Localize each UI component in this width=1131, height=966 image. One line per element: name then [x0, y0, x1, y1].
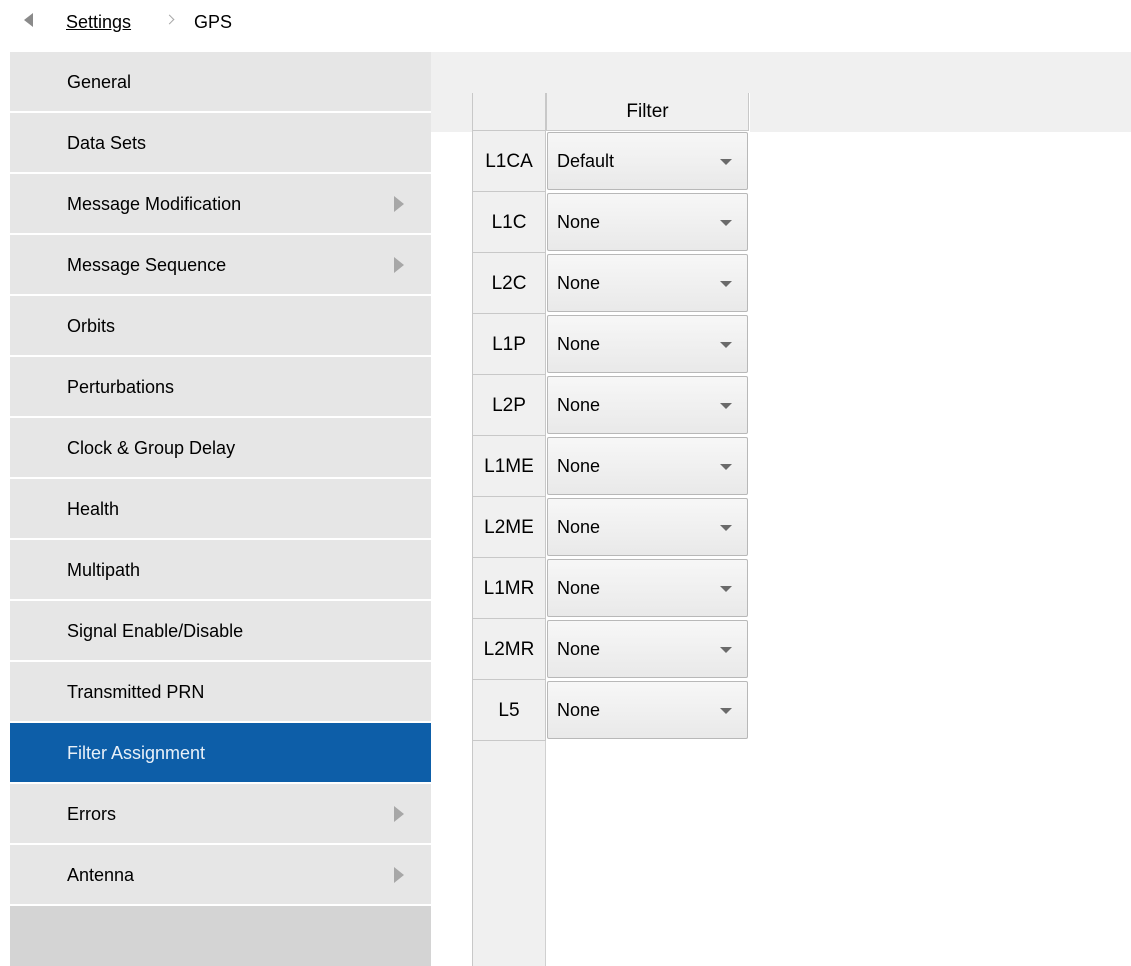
filter-dropdown[interactable]: None: [547, 437, 748, 495]
row-header: L1CA: [473, 131, 546, 192]
table-row: L1MR None: [473, 558, 749, 619]
dropdown-value: None: [557, 273, 601, 293]
caret-down-icon: [720, 586, 732, 592]
table-row: L5 None: [473, 680, 749, 741]
chevron-right-icon: [164, 14, 175, 25]
row-header: L1P: [473, 314, 546, 375]
row-header: L1C: [473, 192, 546, 253]
sidebar-item-label: General: [67, 72, 132, 92]
sidebar-item-label: Filter Assignment: [67, 743, 206, 763]
sidebar-item-transmitted-prn[interactable]: Transmitted PRN: [10, 662, 431, 723]
row-header: L5: [473, 680, 546, 741]
caret-down-icon: [720, 403, 732, 409]
sidebar-item-health[interactable]: Health: [10, 479, 431, 540]
dropdown-value: Default: [557, 151, 615, 171]
dropdown-value: None: [557, 700, 601, 720]
row-header: L2ME: [473, 497, 546, 558]
row-header: L2C: [473, 253, 546, 314]
sidebar-nav: General Data Sets Message Modification M…: [10, 52, 431, 966]
caret-down-icon: [720, 708, 732, 714]
sidebar-item-message-sequence[interactable]: Message Sequence: [10, 235, 431, 296]
submenu-arrow-icon: [394, 257, 404, 273]
sidebar-item-orbits[interactable]: Orbits: [10, 296, 431, 357]
submenu-arrow-icon: [394, 196, 404, 212]
sidebar-item-signal-enable-disable[interactable]: Signal Enable/Disable: [10, 601, 431, 662]
dropdown-value: None: [557, 639, 601, 659]
sidebar-item-filter-assignment[interactable]: Filter Assignment: [10, 723, 431, 784]
sidebar-item-label: Message Sequence: [67, 255, 227, 275]
row-header: L1MR: [473, 558, 546, 619]
table-row: L2ME None: [473, 497, 749, 558]
filter-dropdown[interactable]: None: [547, 254, 748, 312]
table-row: L2MR None: [473, 619, 749, 680]
table-row: L1CA Default: [473, 131, 749, 192]
sidebar-item-label: Clock & Group Delay: [67, 438, 236, 458]
sidebar-item-label: Data Sets: [67, 133, 147, 153]
sidebar-item-label: Health: [67, 499, 120, 519]
filter-dropdown[interactable]: Default: [547, 132, 748, 190]
caret-down-icon: [720, 220, 732, 226]
sidebar-item-clock-group-delay[interactable]: Clock & Group Delay: [10, 418, 431, 479]
filter-dropdown[interactable]: None: [547, 376, 748, 434]
sidebar-item-label: Transmitted PRN: [67, 682, 205, 702]
sidebar-item-antenna[interactable]: Antenna: [10, 845, 431, 906]
filter-dropdown[interactable]: None: [547, 620, 748, 678]
caret-down-icon: [720, 464, 732, 470]
caret-down-icon: [720, 159, 732, 165]
sidebar-item-label: Message Modification: [67, 194, 242, 214]
filter-dropdown[interactable]: None: [547, 559, 748, 617]
caret-down-icon: [720, 647, 732, 653]
dropdown-value: None: [557, 395, 601, 415]
breadcrumb-settings-link[interactable]: Settings: [66, 12, 131, 33]
sidebar-item-data-sets[interactable]: Data Sets: [10, 113, 431, 174]
sidebar-item-perturbations[interactable]: Perturbations: [10, 357, 431, 418]
table-row: L1C None: [473, 192, 749, 253]
sidebar-item-multipath[interactable]: Multipath: [10, 540, 431, 601]
row-header: L2P: [473, 375, 546, 436]
table-row: L2P None: [473, 375, 749, 436]
table-row: L1ME None: [473, 436, 749, 497]
back-arrow-icon[interactable]: [24, 13, 33, 27]
caret-down-icon: [720, 281, 732, 287]
sidebar-item-label: Antenna: [67, 865, 135, 885]
dropdown-value: None: [557, 517, 601, 537]
caret-down-icon: [720, 525, 732, 531]
sidebar-item-label: Errors: [67, 804, 116, 824]
filter-dropdown[interactable]: None: [547, 681, 748, 739]
breadcrumb: Settings GPS: [0, 0, 1131, 46]
dropdown-value: None: [557, 456, 601, 476]
column-header-filter[interactable]: Filter: [546, 93, 749, 131]
sidebar-item-message-modification[interactable]: Message Modification: [10, 174, 431, 235]
table-row: L2C None: [473, 253, 749, 314]
sidebar-item-label: Orbits: [67, 316, 116, 336]
row-header: L2MR: [473, 619, 546, 680]
table-corner: [473, 93, 546, 131]
submenu-arrow-icon: [394, 806, 404, 822]
sidebar-item-errors[interactable]: Errors: [10, 784, 431, 845]
filter-dropdown[interactable]: None: [547, 498, 748, 556]
sidebar-item-label: Signal Enable/Disable: [67, 621, 244, 641]
caret-down-icon: [720, 342, 732, 348]
table-row: L1P None: [473, 314, 749, 375]
filter-dropdown[interactable]: None: [547, 315, 748, 373]
filter-dropdown[interactable]: None: [547, 193, 748, 251]
submenu-arrow-icon: [394, 867, 404, 883]
dropdown-value: None: [557, 212, 601, 232]
dropdown-value: None: [557, 578, 601, 598]
breadcrumb-current: GPS: [194, 12, 233, 32]
sidebar-item-general[interactable]: General: [10, 52, 431, 113]
sidebar-item-label: Perturbations: [67, 377, 175, 397]
sidebar-item-label: Multipath: [67, 560, 141, 580]
row-header: L1ME: [473, 436, 546, 497]
dropdown-value: None: [557, 334, 601, 354]
